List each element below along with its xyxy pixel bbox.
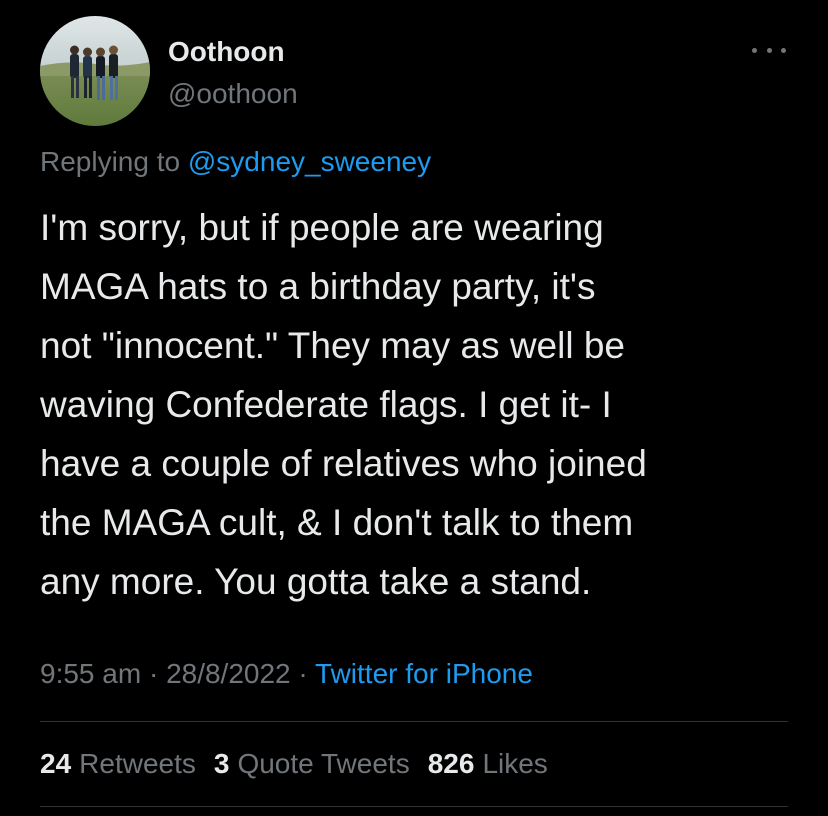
avatar[interactable]: [40, 16, 150, 126]
replying-to: Replying to @sydney_sweeney: [40, 144, 431, 180]
retweets-stat[interactable]: 24 Retweets: [40, 746, 196, 782]
tweet-text-line: MAGA hats to a birthday party, it's: [40, 266, 596, 307]
tweet-text-line: any more. You gotta take a stand.: [40, 561, 592, 602]
tweet-metadata: 9:55 am · 28/8/2022 · Twitter for iPhone: [40, 656, 533, 692]
tweet-source-link[interactable]: Twitter for iPhone: [315, 658, 533, 689]
quote-tweets-label: Quote Tweets: [237, 748, 410, 779]
meta-separator: ·: [298, 658, 308, 689]
tweet-text: I'm sorry, but if people are wearing MAG…: [40, 198, 800, 611]
divider: [40, 806, 788, 807]
more-horizontal-icon[interactable]: [752, 40, 786, 60]
tweet-text-line: the MAGA cult, & I don't talk to them: [40, 502, 634, 543]
tweet-text-line: have a couple of relatives who joined: [40, 443, 647, 484]
tweet-text-line: not "innocent." They may as well be: [40, 325, 626, 366]
retweets-count: 24: [40, 748, 72, 779]
display-name[interactable]: Oothoon: [168, 34, 285, 70]
avatar-photo: [40, 16, 150, 126]
more-dot: [766, 47, 772, 53]
divider: [40, 721, 788, 722]
reply-target-link[interactable]: @sydney_sweeney: [188, 146, 431, 177]
tweet-detail: Oothoon @oothoon Replying to @sydney_swe…: [0, 0, 828, 816]
tweet-text-line: I'm sorry, but if people are wearing: [40, 207, 604, 248]
likes-count: 826: [427, 748, 475, 779]
retweets-label: Retweets: [79, 748, 196, 779]
engagement-stats: 24 Retweets 3 Quote Tweets 826 Likes: [40, 746, 548, 782]
quote-tweets-count: 3: [213, 748, 230, 779]
more-dot: [752, 47, 757, 53]
tweet-date[interactable]: 28/8/2022: [166, 658, 291, 689]
likes-label: Likes: [482, 748, 548, 779]
more-dot: [781, 47, 786, 53]
likes-stat[interactable]: 826 Likes: [428, 746, 548, 782]
user-handle[interactable]: @oothoon: [168, 76, 298, 112]
tweet-text-line: waving Confederate flags. I get it- I: [40, 384, 612, 425]
replying-to-label: Replying to: [40, 146, 181, 177]
tweet-time[interactable]: 9:55 am: [40, 658, 141, 689]
meta-separator: ·: [148, 658, 159, 689]
quote-tweets-stat[interactable]: 3 Quote Tweets: [214, 746, 410, 782]
